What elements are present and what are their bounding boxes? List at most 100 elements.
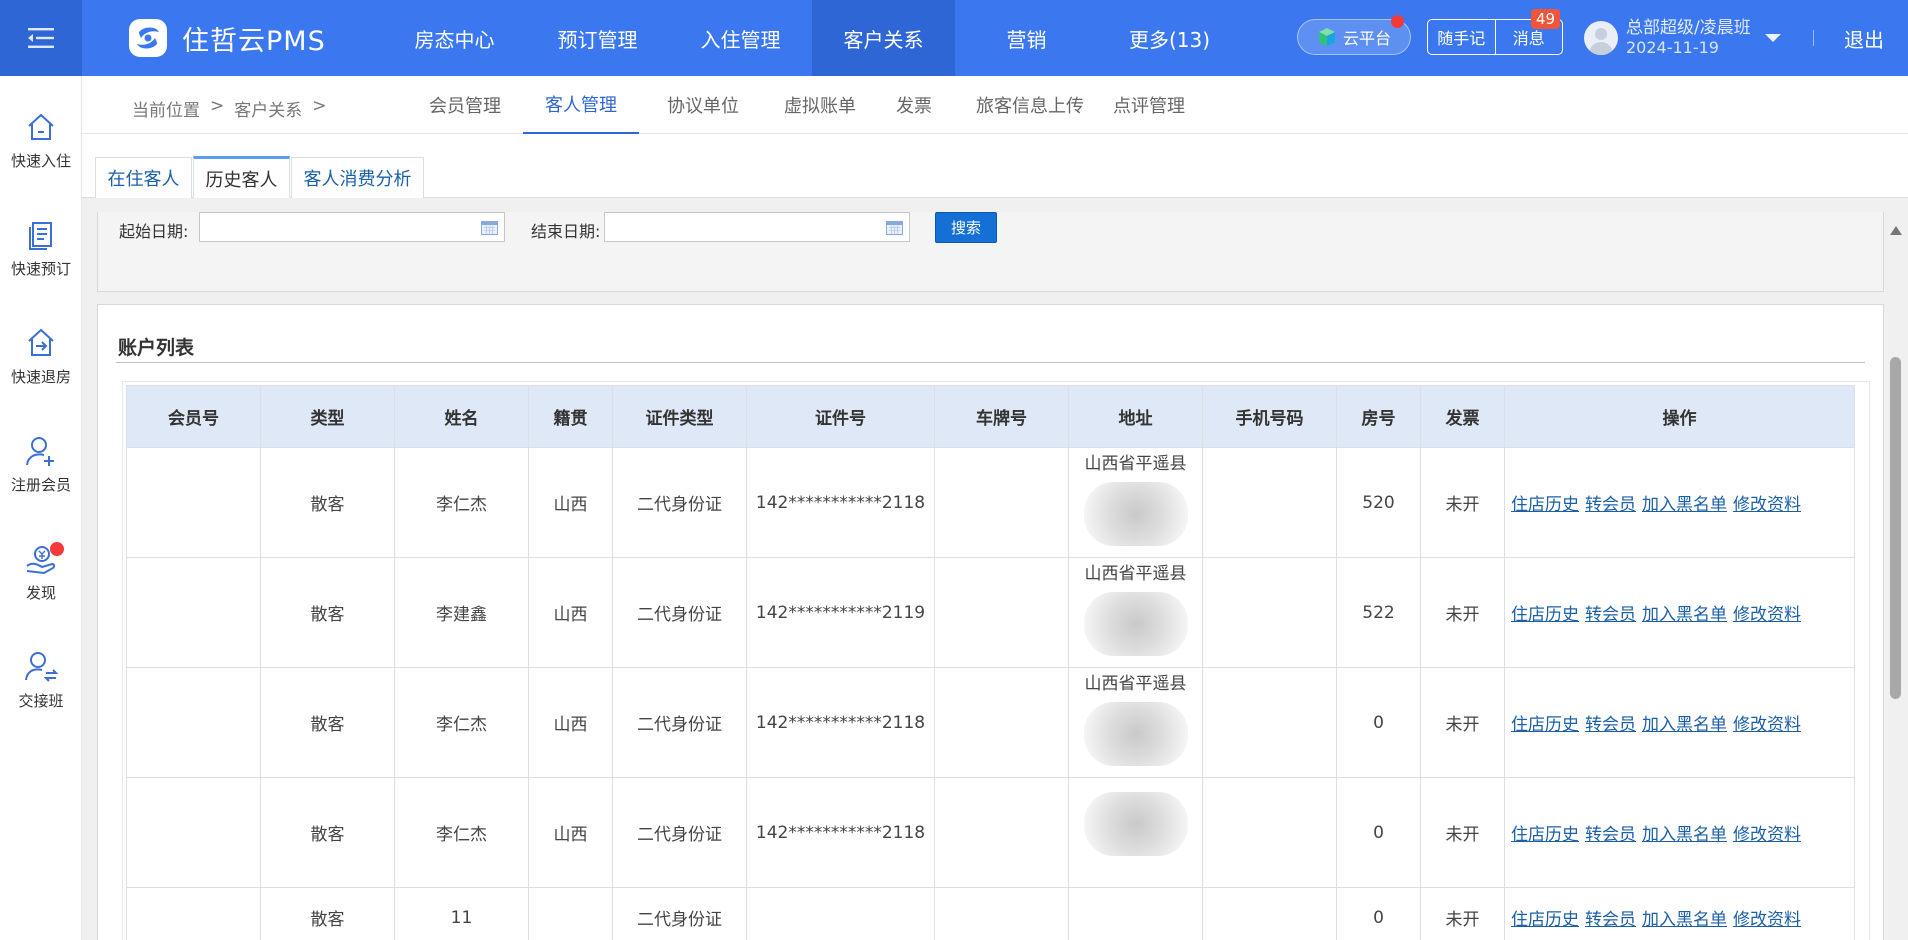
logo-text: 住哲云PMS <box>182 25 326 57</box>
scrollbar-thumb[interactable] <box>1890 357 1901 699</box>
subnav-virtual-bills[interactable]: 虚拟账单 <box>767 76 873 134</box>
type-cell: 散客 <box>260 887 395 940</box>
convert-member-link[interactable]: 转会员 <box>1585 495 1636 515</box>
stay-history-link[interactable]: 住店历史 <box>1511 825 1579 845</box>
cloud-platform-label: 云平台 <box>1342 29 1391 48</box>
sidebar-item-discover[interactable]: 发现 <box>0 542 82 622</box>
sidebar-item-shift-handover[interactable]: 交接班 <box>0 650 82 730</box>
menu-collapse-icon <box>28 28 54 48</box>
edit-profile-link[interactable]: 修改资料 <box>1733 605 1801 625</box>
sidebar-item-register-member[interactable]: 注册会员 <box>0 434 82 514</box>
nav-more[interactable]: 更多(13) <box>1098 0 1241 76</box>
end-date-label: 结束日期: <box>531 222 601 241</box>
name-cell: 11 <box>394 887 529 940</box>
column-header: 证件类型 <box>612 385 747 448</box>
id-type-cell: 二代身份证 <box>612 557 747 668</box>
stay-history-link[interactable]: 住店历史 <box>1511 715 1579 735</box>
divider <box>116 362 1865 363</box>
member-no-cell <box>126 557 261 668</box>
subnav-guest-info-upload[interactable]: 旅客信息上传 <box>955 76 1105 134</box>
quick-notes-button[interactable]: 随手记 <box>1428 20 1495 54</box>
address-cell: 山西省平遥县 <box>1068 667 1203 778</box>
app-logo: 住哲云PMS <box>128 18 326 58</box>
column-header: 发票 <box>1420 385 1505 448</box>
calendar-icon[interactable] <box>481 220 498 235</box>
id-number-cell: 142***********2118 <box>746 777 935 888</box>
table-header-row: 会员号 类型 姓名 籍贯 证件类型 证件号 车牌号 地址 手机号码 房号 发票 … <box>126 385 1855 448</box>
document-icon <box>29 222 52 250</box>
subnav-review-management[interactable]: 点评管理 <box>1105 76 1193 134</box>
member-no-cell <box>126 447 261 558</box>
origin-cell: 山西 <box>528 557 613 668</box>
scroll-up-arrow-icon[interactable] <box>1890 226 1902 235</box>
phone-cell <box>1202 777 1337 888</box>
subnav-agreement-units[interactable]: 协议单位 <box>639 76 767 134</box>
edit-profile-link[interactable]: 修改资料 <box>1733 715 1801 735</box>
sidebar-item-quick-checkout[interactable]: 快速退房 <box>0 326 82 406</box>
add-blacklist-link[interactable]: 加入黑名单 <box>1642 715 1727 735</box>
logout-button[interactable]: 退出 <box>1844 24 1884 53</box>
add-blacklist-link[interactable]: 加入黑名单 <box>1642 605 1727 625</box>
column-header: 证件号 <box>746 385 935 448</box>
nav-marketing[interactable]: 营销 <box>955 0 1098 76</box>
nav-reservations[interactable]: 预订管理 <box>526 0 669 76</box>
start-date-input[interactable] <box>199 212 505 242</box>
vertical-scrollbar[interactable] <box>1887 220 1904 940</box>
stay-history-link[interactable]: 住店历史 <box>1511 495 1579 515</box>
business-date: 2024-11-19 <box>1626 38 1719 57</box>
sidebar-item-quick-booking[interactable]: 快速预订 <box>0 218 82 298</box>
convert-member-link[interactable]: 转会员 <box>1585 910 1636 930</box>
origin-cell: 山西 <box>528 447 613 558</box>
edit-profile-link[interactable]: 修改资料 <box>1733 495 1801 515</box>
menu-toggle-button[interactable] <box>0 0 82 76</box>
id-number-cell: 142***********2118 <box>746 667 935 778</box>
breadcrumb-prefix: 当前位置 <box>132 101 200 121</box>
id-type-cell: 二代身份证 <box>612 887 747 940</box>
id-number-cell: 142***********2118 <box>746 447 935 558</box>
tab-guest-consumption-analysis[interactable]: 客人消费分析 <box>291 157 424 198</box>
subnav-invoices[interactable]: 发票 <box>873 76 955 134</box>
edit-profile-link[interactable]: 修改资料 <box>1733 825 1801 845</box>
chevron-down-icon <box>1764 34 1781 42</box>
name-cell: 李仁杰 <box>394 667 529 778</box>
sidebar-item-label: 注册会员 <box>10 476 71 494</box>
nav-checkin[interactable]: 入住管理 <box>669 0 812 76</box>
notification-dot <box>50 542 64 556</box>
nav-room-status[interactable]: 房态中心 <box>383 0 526 76</box>
stay-history-link[interactable]: 住店历史 <box>1511 910 1579 930</box>
tab-history-guests[interactable]: 历史客人 <box>193 156 290 198</box>
invoice-cell: 未开 <box>1420 887 1505 940</box>
edit-profile-link[interactable]: 修改资料 <box>1733 910 1801 930</box>
add-blacklist-link[interactable]: 加入黑名单 <box>1642 495 1727 515</box>
search-button[interactable]: 搜索 <box>935 212 997 243</box>
convert-member-link[interactable]: 转会员 <box>1585 605 1636 625</box>
convert-member-link[interactable]: 转会员 <box>1585 715 1636 735</box>
house-exit-icon <box>28 328 54 356</box>
sidebar-item-quick-checkin[interactable]: 快速入住 <box>0 110 82 190</box>
tab-current-guests[interactable]: 在住客人 <box>95 157 192 198</box>
table-row: 散客 李仁杰 山西 二代身份证 142***********2118 0 未开 … <box>126 777 1855 888</box>
breadcrumb-section[interactable]: 客户关系 <box>234 96 302 121</box>
start-date-label: 起始日期: <box>119 222 189 241</box>
plate-cell <box>934 777 1069 888</box>
logo-icon <box>129 19 167 57</box>
table-row: 散客 李仁杰 山西 二代身份证 142***********2118 山西省平遥… <box>126 447 1855 558</box>
add-blacklist-link[interactable]: 加入黑名单 <box>1642 825 1727 845</box>
subnav-member-management[interactable]: 会员管理 <box>407 76 523 134</box>
type-cell: 散客 <box>260 777 395 888</box>
sidebar-item-label: 快速预订 <box>10 260 71 278</box>
redacted-blur <box>1083 702 1188 766</box>
nav-customer-relations[interactable]: 客户关系 <box>812 0 955 76</box>
end-date-input[interactable] <box>604 212 910 242</box>
user-menu[interactable]: 总部超级/凌晨班 2024-11-19 <box>1584 16 1781 60</box>
cloud-platform-button[interactable]: 云平台 <box>1297 15 1411 55</box>
subnav-guest-management[interactable]: 客人管理 <box>523 76 639 134</box>
sidebar-item-label: 交接班 <box>18 692 64 710</box>
add-blacklist-link[interactable]: 加入黑名单 <box>1642 910 1727 930</box>
stay-history-link[interactable]: 住店历史 <box>1511 605 1579 625</box>
calendar-icon[interactable] <box>886 220 903 235</box>
address-text: 山西省平遥县 <box>1084 454 1187 474</box>
plate-cell <box>934 447 1069 558</box>
content-area: 起始日期: 结束日期: 搜索 账户列表 会员号 类型 姓名 籍贯 证件类型 证件… <box>82 198 1908 940</box>
convert-member-link[interactable]: 转会员 <box>1585 825 1636 845</box>
